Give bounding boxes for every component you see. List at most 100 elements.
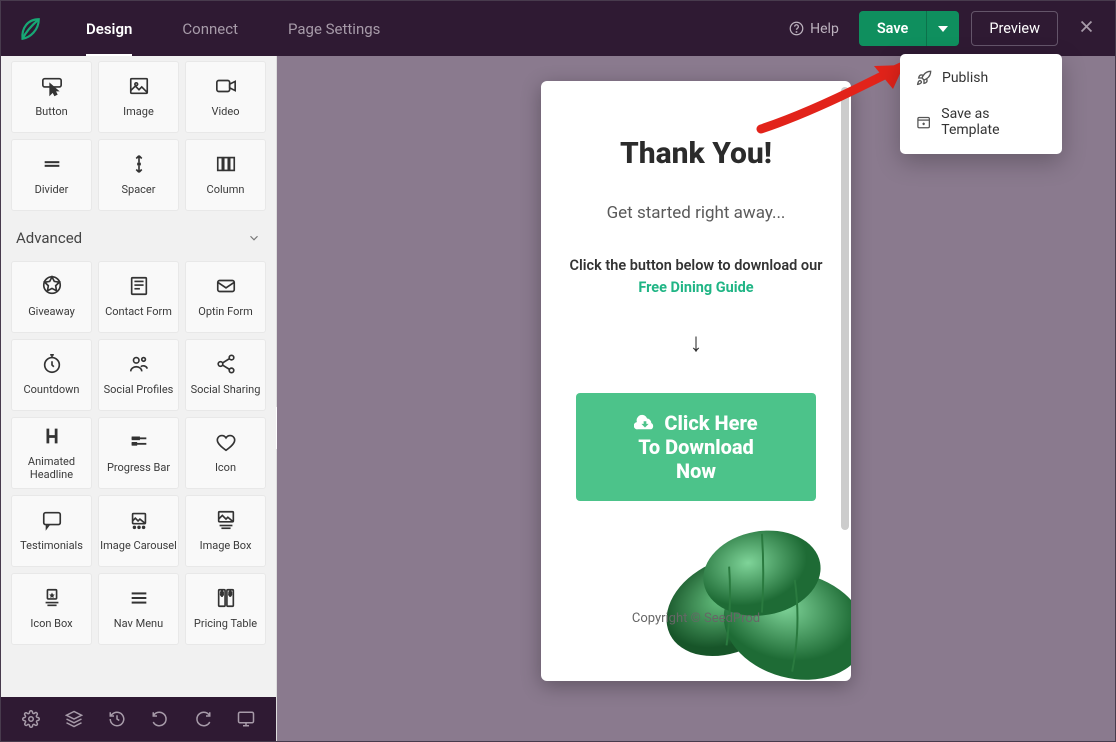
block-label: Nav Menu (114, 617, 163, 630)
save-dropdown-toggle[interactable] (926, 11, 959, 46)
block-label: Image (123, 105, 154, 118)
image-icon (128, 75, 150, 97)
block-label: Image Carousel (100, 539, 177, 552)
top-bar: Design Connect Page Settings Help Save P… (1, 1, 1115, 56)
history-button[interactable] (95, 697, 138, 741)
caret-down-icon (938, 24, 948, 34)
undo-icon (151, 710, 169, 728)
block-video[interactable]: Video (185, 61, 266, 133)
save-dropdown-menu: Publish Save as Template (900, 54, 1062, 154)
download-cta-button[interactable]: Click Here To Download Now (576, 393, 816, 501)
tab-connect[interactable]: Connect (157, 1, 263, 56)
block-animated-headline[interactable]: Animated Headline (11, 417, 92, 489)
block-label: Animated Headline (28, 455, 75, 481)
block-social-profiles[interactable]: Social Profiles (98, 339, 179, 411)
nav-tabs: Design Connect Page Settings (61, 1, 405, 56)
column-icon (215, 153, 237, 175)
button-icon (41, 75, 63, 97)
block-label: Giveaway (28, 305, 75, 318)
spacer-icon (128, 153, 150, 175)
image-box-icon (215, 509, 237, 531)
icon-icon (215, 431, 237, 453)
block-icon[interactable]: Icon (185, 417, 266, 489)
block-pricing-table[interactable]: $$Pricing Table (185, 573, 266, 645)
block-icon-box[interactable]: Icon Box (11, 573, 92, 645)
redo-button[interactable] (182, 697, 225, 741)
block-label: Social Sharing (191, 383, 261, 396)
block-divider[interactable]: Divider (11, 139, 92, 211)
block-image[interactable]: Image (98, 61, 179, 133)
close-button[interactable] (1073, 13, 1100, 44)
progress-bar-icon (128, 431, 150, 453)
block-label: Spacer (121, 183, 155, 196)
block-label: Progress Bar (107, 461, 170, 474)
block-contact-form[interactable]: Contact Form (98, 261, 179, 333)
editor-canvas[interactable]: Thank You! Get started right away... Cli… (277, 56, 1115, 741)
save-button-group: Save (859, 11, 960, 46)
chevron-down-icon (247, 231, 261, 245)
description-text[interactable]: Click the button below to download our F… (566, 255, 826, 299)
copyright-text[interactable]: Copyright © SeedProd (566, 611, 826, 626)
global-settings-button[interactable] (9, 697, 52, 741)
block-label: Countdown (24, 383, 80, 396)
layers-button[interactable] (52, 697, 95, 741)
leaf-decoration (636, 501, 851, 681)
guide-link[interactable]: Free Dining Guide (638, 279, 753, 296)
block-image-carousel[interactable]: Image Carousel (98, 495, 179, 567)
pricing-table-icon: $$ (215, 587, 237, 609)
block-label: Social Profiles (104, 383, 174, 396)
social-profiles-icon (128, 353, 150, 375)
page-title[interactable]: Thank You! (566, 136, 826, 171)
tab-design[interactable]: Design (61, 1, 157, 56)
countdown-icon (41, 353, 63, 375)
block-label: Contact Form (105, 305, 172, 318)
app-logo[interactable] (1, 1, 56, 56)
optin-form-icon (215, 275, 237, 297)
section-advanced-toggle[interactable]: Advanced (11, 211, 266, 261)
block-label: Image Box (200, 539, 252, 552)
block-image-box[interactable]: Image Box (185, 495, 266, 567)
block-progress-bar[interactable]: Progress Bar (98, 417, 179, 489)
animated-headline-icon (41, 425, 63, 447)
monitor-icon (237, 710, 255, 728)
block-label: Icon Box (30, 617, 72, 630)
block-button[interactable]: Button (11, 61, 92, 133)
save-template-icon (916, 114, 931, 130)
save-button[interactable]: Save (859, 11, 927, 46)
block-countdown[interactable]: Countdown (11, 339, 92, 411)
subtitle-text[interactable]: Get started right away... (566, 203, 826, 223)
sidebar-bottom-bar (1, 697, 276, 741)
block-giveaway[interactable]: Giveaway (11, 261, 92, 333)
block-spacer[interactable]: Spacer (98, 139, 179, 211)
preview-button[interactable]: Preview (971, 11, 1058, 46)
undo-button[interactable] (139, 697, 182, 741)
svg-text:$: $ (228, 591, 231, 598)
cloud-download-icon (634, 414, 656, 432)
block-testimonials[interactable]: Testimonials (11, 495, 92, 567)
publish-menu-item[interactable]: Publish (900, 60, 1062, 96)
help-link[interactable]: Help (789, 21, 839, 37)
save-as-template-menu-item[interactable]: Save as Template (900, 96, 1062, 148)
block-label: Icon (215, 461, 236, 474)
mobile-preview-frame: Thank You! Get started right away... Cli… (541, 81, 851, 681)
block-label: Pricing Table (194, 617, 257, 630)
close-icon (1078, 18, 1095, 35)
responsive-button[interactable] (225, 697, 268, 741)
tab-page-settings[interactable]: Page Settings (263, 1, 405, 56)
section-advanced-label: Advanced (16, 229, 82, 247)
social-sharing-icon (215, 353, 237, 375)
block-social-sharing[interactable]: Social Sharing (185, 339, 266, 411)
down-arrow-icon[interactable]: ↓ (566, 327, 826, 358)
help-label: Help (810, 21, 839, 37)
block-optin-form[interactable]: Optin Form (185, 261, 266, 333)
divider-icon (41, 153, 63, 175)
block-column[interactable]: Column (185, 139, 266, 211)
block-label: Button (35, 105, 67, 118)
rocket-icon (916, 70, 932, 86)
layers-icon (65, 710, 83, 728)
image-carousel-icon (128, 509, 150, 531)
svg-text:$: $ (220, 591, 223, 598)
redo-icon (194, 710, 212, 728)
block-label: Divider (35, 183, 69, 196)
block-nav-menu[interactable]: Nav Menu (98, 573, 179, 645)
